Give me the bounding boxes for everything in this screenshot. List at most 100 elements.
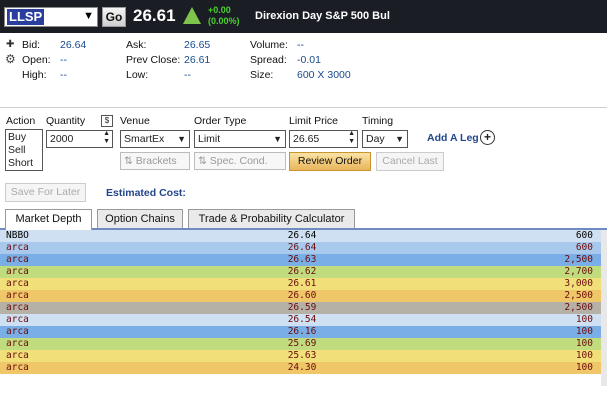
price-cell: 26.62 bbox=[287, 266, 317, 277]
quantity-stepper[interactable]: 2000 ▲ ▼ bbox=[46, 130, 113, 148]
security-description: Direxion Day S&P 500 Bul bbox=[255, 10, 390, 22]
size-cell: 100 bbox=[575, 314, 593, 325]
table-row[interactable]: arca 26.54 100 bbox=[0, 314, 607, 326]
table-row[interactable]: arca 25.69 100 bbox=[0, 338, 607, 350]
table-row[interactable]: arca 26.63 2,500 bbox=[0, 254, 607, 266]
tab-trade-probability-calculator[interactable]: Trade & Probability Calculator bbox=[188, 209, 355, 229]
cancel-last-button[interactable]: Cancel Last bbox=[376, 152, 444, 171]
order-type-select[interactable]: Limit ▼ bbox=[194, 130, 286, 148]
size-cell: 2,700 bbox=[564, 266, 593, 277]
action-list[interactable]: Buy Sell Short bbox=[5, 129, 43, 171]
market-depth-table: NBBO 26.64 600 arca 26.64 600 arca 26.63 2,500 ar… bbox=[0, 230, 607, 374]
table-row[interactable]: arca 26.64 600 bbox=[0, 242, 607, 254]
exchange-cell: arca bbox=[6, 242, 29, 253]
action-buy[interactable]: Buy bbox=[8, 131, 42, 144]
plus-circle-icon[interactable]: + bbox=[480, 130, 495, 145]
table-row[interactable]: arca 26.62 2,700 bbox=[0, 266, 607, 278]
table-row[interactable]: arca 26.60 2,500 bbox=[0, 290, 607, 302]
price-cell: 26.61 bbox=[287, 278, 317, 289]
spec-cond-value: Spec. Cond. bbox=[209, 155, 268, 167]
quote-header-bar: LLSP ▼ Go 26.61 +0.00 (0.00%) Direxion D… bbox=[0, 0, 607, 33]
action-sell[interactable]: Sell bbox=[8, 144, 42, 157]
table-row[interactable]: arca 25.63 100 bbox=[0, 350, 607, 362]
size-cell: 2,500 bbox=[564, 254, 593, 265]
table-row[interactable]: NBBO 26.64 600 bbox=[0, 230, 607, 242]
price-cell: 26.54 bbox=[287, 314, 317, 325]
volume-label: Volume: bbox=[250, 39, 288, 51]
brackets-select[interactable]: ⇅ Brackets bbox=[120, 152, 190, 170]
limit-price-stepper[interactable]: 26.65 ▲ ▼ bbox=[289, 130, 358, 148]
symbol-input[interactable]: LLSP ▼ bbox=[4, 7, 98, 27]
prev-close-value: 26.61 bbox=[184, 54, 211, 66]
exchange-cell: arca bbox=[6, 314, 29, 325]
dollar-icon[interactable]: $ bbox=[101, 115, 113, 127]
spec-cond-select[interactable]: ⇅ Spec. Cond. bbox=[194, 152, 286, 170]
timing-value: Day bbox=[366, 133, 385, 145]
high-label: High: bbox=[22, 69, 47, 81]
exchange-cell: arca bbox=[6, 302, 29, 313]
exchange-cell: arca bbox=[6, 266, 29, 277]
ask-value: 26.65 bbox=[184, 39, 211, 51]
price-cell: 25.69 bbox=[287, 338, 317, 349]
chevron-down-icon[interactable]: ▼ bbox=[177, 131, 186, 147]
size-cell: 2,500 bbox=[564, 290, 593, 301]
price-change: +0.00 (0.00%) bbox=[208, 5, 240, 27]
exchange-cell: NBBO bbox=[6, 230, 29, 241]
chevron-down-icon[interactable]: ▼ bbox=[273, 131, 282, 147]
chevron-down-icon[interactable]: ▼ bbox=[395, 131, 404, 147]
size-cell: 2,500 bbox=[564, 302, 593, 313]
spinner-icon[interactable]: ▲ ▼ bbox=[348, 130, 355, 146]
gear-icon[interactable]: ⚙ bbox=[5, 52, 16, 66]
venue-value: SmartEx bbox=[124, 133, 165, 145]
plus-icon[interactable]: ✚ bbox=[6, 39, 14, 50]
size-cell: 3,000 bbox=[564, 278, 593, 289]
up-triangle-icon bbox=[183, 7, 201, 24]
action-short[interactable]: Short bbox=[8, 157, 42, 170]
exchange-cell: arca bbox=[6, 350, 29, 361]
review-order-button[interactable]: Review Order bbox=[289, 152, 371, 171]
ask-label: Ask: bbox=[126, 39, 147, 51]
chevron-down-icon[interactable]: ▼ bbox=[83, 10, 94, 22]
volume-value: -- bbox=[297, 39, 304, 51]
save-for-later-button[interactable]: Save For Later bbox=[5, 183, 86, 202]
high-value: -- bbox=[60, 69, 67, 81]
tab-market-depth[interactable]: Market Depth bbox=[5, 209, 92, 230]
price-cell: 25.63 bbox=[287, 350, 317, 361]
limit-price-value: 26.65 bbox=[293, 133, 320, 145]
spread-label: Spread: bbox=[250, 54, 287, 66]
change-percent: (0.00%) bbox=[208, 16, 240, 26]
tab-option-chains[interactable]: Option Chains bbox=[97, 209, 183, 229]
order-type-label: Order Type bbox=[194, 115, 247, 127]
table-row[interactable]: arca 24.30 100 bbox=[0, 362, 607, 374]
size-value: 600 X 3000 bbox=[297, 69, 351, 81]
venue-select[interactable]: SmartEx ▼ bbox=[120, 130, 190, 148]
size-cell: 100 bbox=[575, 338, 593, 349]
order-type-value: Limit bbox=[198, 133, 221, 145]
table-row[interactable]: arca 26.16 100 bbox=[0, 326, 607, 338]
price-cell: 26.60 bbox=[287, 290, 317, 301]
timing-select[interactable]: Day ▼ bbox=[362, 130, 408, 148]
chevron-down-icon: ⇅ bbox=[198, 155, 207, 167]
venue-label: Venue bbox=[120, 115, 150, 127]
bid-value: 26.64 bbox=[60, 39, 87, 51]
exchange-cell: arca bbox=[6, 290, 29, 301]
spinner-icon[interactable]: ▲ ▼ bbox=[103, 130, 110, 146]
price-cell: 26.64 bbox=[287, 230, 317, 241]
quantity-value: 2000 bbox=[50, 133, 74, 145]
table-row[interactable]: arca 26.59 2,500 bbox=[0, 302, 607, 314]
size-cell: 600 bbox=[575, 242, 593, 253]
scrollbar[interactable] bbox=[601, 230, 607, 386]
table-row[interactable]: arca 26.61 3,000 bbox=[0, 278, 607, 290]
add-leg-link[interactable]: Add A Leg bbox=[427, 132, 479, 144]
quantity-label: Quantity bbox=[46, 115, 86, 127]
size-cell: 600 bbox=[575, 230, 593, 241]
bid-label: Bid: bbox=[22, 39, 41, 51]
timing-label: Timing bbox=[362, 115, 394, 127]
price-cell: 24.30 bbox=[287, 362, 317, 373]
size-cell: 100 bbox=[575, 326, 593, 337]
size-cell: 100 bbox=[575, 362, 593, 373]
spread-value: -0.01 bbox=[297, 54, 321, 66]
go-button[interactable]: Go bbox=[102, 7, 126, 27]
price-cell: 26.16 bbox=[287, 326, 317, 337]
estimated-cost-label: Estimated Cost: bbox=[106, 187, 186, 199]
